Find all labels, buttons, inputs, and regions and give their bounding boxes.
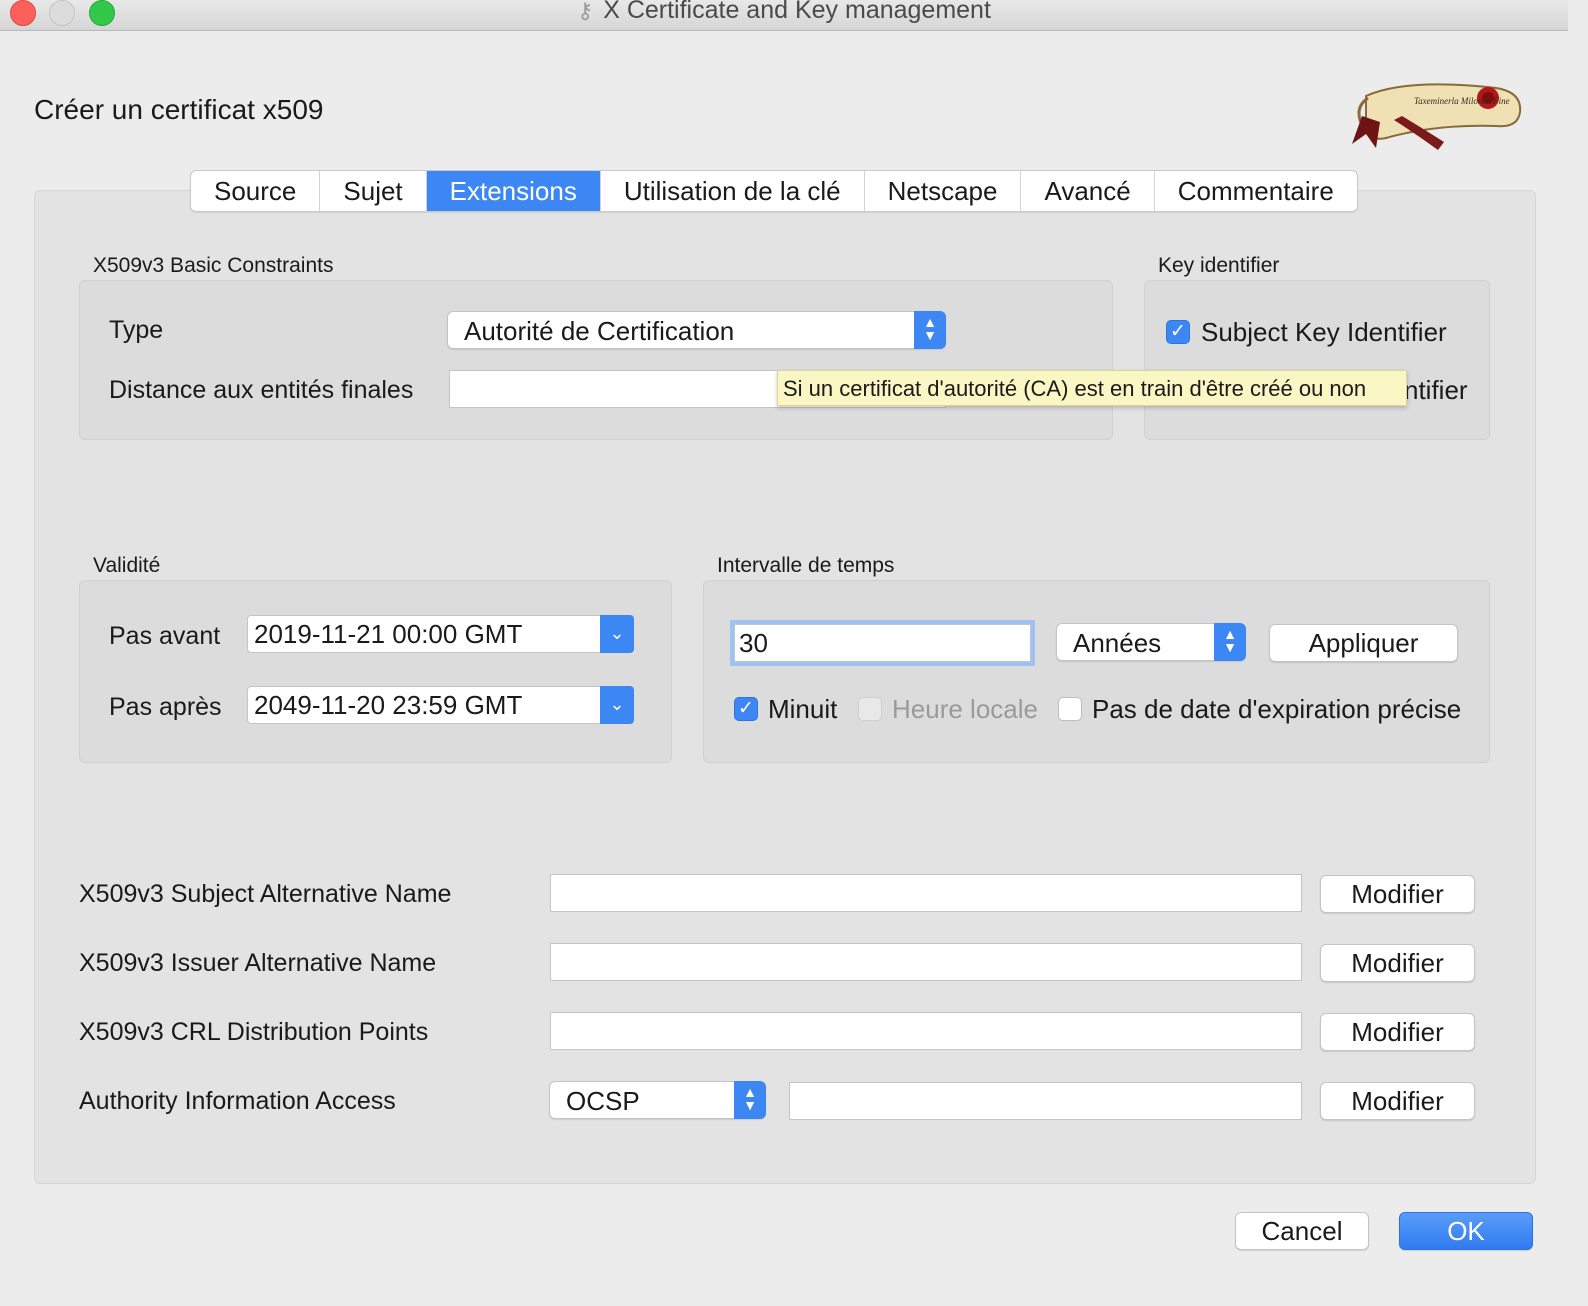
subject-key-identifier-label: Subject Key Identifier (1201, 317, 1447, 347)
local-time-checkbox[interactable] (858, 697, 882, 721)
key-identifier-title: Key identifier (1158, 254, 1280, 277)
tooltip: Si un certificat d'autorité (CA) est en … (777, 370, 1407, 406)
not-before-label: Pas avant (109, 622, 221, 650)
authority-key-identifier-partial-label: ntifier (1404, 375, 1468, 405)
time-unit-value: Années (1073, 628, 1162, 658)
midnight-label: Minuit (768, 694, 838, 724)
aia-input[interactable] (789, 1082, 1302, 1120)
title-bar: ⚷ X Certificate and Key management (0, 0, 1568, 31)
tab-source[interactable]: Source (191, 171, 321, 211)
type-select-value: Autorité de Certification (464, 316, 735, 346)
chevron-down-icon[interactable]: ⌄ (600, 615, 634, 653)
san-label: X509v3 Subject Alternative Name (79, 880, 452, 908)
key-identifier-group (1144, 280, 1490, 440)
ian-label: X509v3 Issuer Alternative Name (79, 949, 437, 977)
san-input[interactable] (550, 874, 1302, 912)
local-time-label: Heure locale (892, 694, 1038, 724)
tab-key-usage[interactable]: Utilisation de la clé (601, 171, 865, 211)
not-before-datetime[interactable]: 2019-11-21 00:00 GMT ⌄ (247, 615, 634, 653)
chevron-down-icon[interactable]: ⌄ (600, 686, 634, 724)
apply-button[interactable]: Appliquer (1269, 624, 1458, 662)
pathlen-label: Distance aux entités finales (109, 376, 414, 404)
tab-netscape[interactable]: Netscape (865, 171, 1022, 211)
basic-constraints-group (79, 280, 1113, 440)
not-before-value: 2019-11-21 00:00 GMT (254, 619, 523, 649)
type-select[interactable]: Autorité de Certification ▲ ▼ (447, 311, 946, 349)
aia-type-value: OCSP (566, 1086, 640, 1116)
svg-text:Taxeminerla Milonne Fine: Taxeminerla Milonne Fine (1414, 96, 1510, 106)
not-after-label: Pas après (109, 693, 222, 721)
updown-chevron-icon: ▲ ▼ (914, 311, 946, 349)
updown-chevron-icon: ▲ ▼ (1214, 623, 1246, 661)
validity-group (79, 580, 672, 763)
aia-type-select[interactable]: OCSP ▲ ▼ (549, 1081, 766, 1119)
no-expiry-label: Pas de date d'expiration précise (1092, 694, 1462, 724)
time-amount-input[interactable]: 30 (730, 620, 1035, 666)
no-expiry-checkbox[interactable] (1058, 697, 1082, 721)
crl-label: X509v3 CRL Distribution Points (79, 1018, 429, 1046)
tab-advanced[interactable]: Avancé (1021, 171, 1155, 211)
app-logo: Taxeminerla Milonne Fine (1352, 83, 1522, 150)
basic-constraints-title: X509v3 Basic Constraints (93, 254, 334, 277)
ok-button[interactable]: OK (1399, 1212, 1533, 1250)
not-after-value: 2049-11-20 23:59 GMT (254, 690, 523, 720)
tab-subject[interactable]: Sujet (320, 171, 427, 211)
time-range-title: Intervalle de temps (717, 554, 895, 577)
window-title: ⚷ X Certificate and Key management (0, 0, 1568, 25)
midnight-checkbox[interactable]: ✓ (734, 697, 758, 721)
time-unit-select[interactable]: Années ▲ ▼ (1056, 623, 1246, 661)
window-title-text: X Certificate and Key management (603, 0, 991, 24)
san-modify-button[interactable]: Modifier (1320, 875, 1475, 913)
cancel-button[interactable]: Cancel (1235, 1212, 1369, 1250)
tab-comment[interactable]: Commentaire (1155, 171, 1357, 211)
tab-extensions[interactable]: Extensions (426, 171, 601, 211)
time-range-group (703, 580, 1490, 763)
crl-modify-button[interactable]: Modifier (1320, 1013, 1475, 1051)
ian-modify-button[interactable]: Modifier (1320, 944, 1475, 982)
updown-chevron-icon: ▲ ▼ (734, 1081, 766, 1119)
subject-key-identifier-checkbox[interactable]: ✓ (1166, 320, 1190, 344)
ian-input[interactable] (550, 943, 1302, 981)
crl-input[interactable] (550, 1012, 1302, 1050)
aia-modify-button[interactable]: Modifier (1320, 1082, 1475, 1120)
tab-bar: Source Sujet Extensions Utilisation de l… (190, 170, 1358, 212)
not-after-datetime[interactable]: 2049-11-20 23:59 GMT ⌄ (247, 686, 634, 724)
dialog-title: Créer un certificat x509 (34, 94, 324, 125)
validity-title: Validité (93, 554, 161, 577)
type-label: Type (109, 316, 164, 344)
key-icon: ⚷ (577, 0, 594, 23)
aia-label: Authority Information Access (79, 1087, 396, 1115)
